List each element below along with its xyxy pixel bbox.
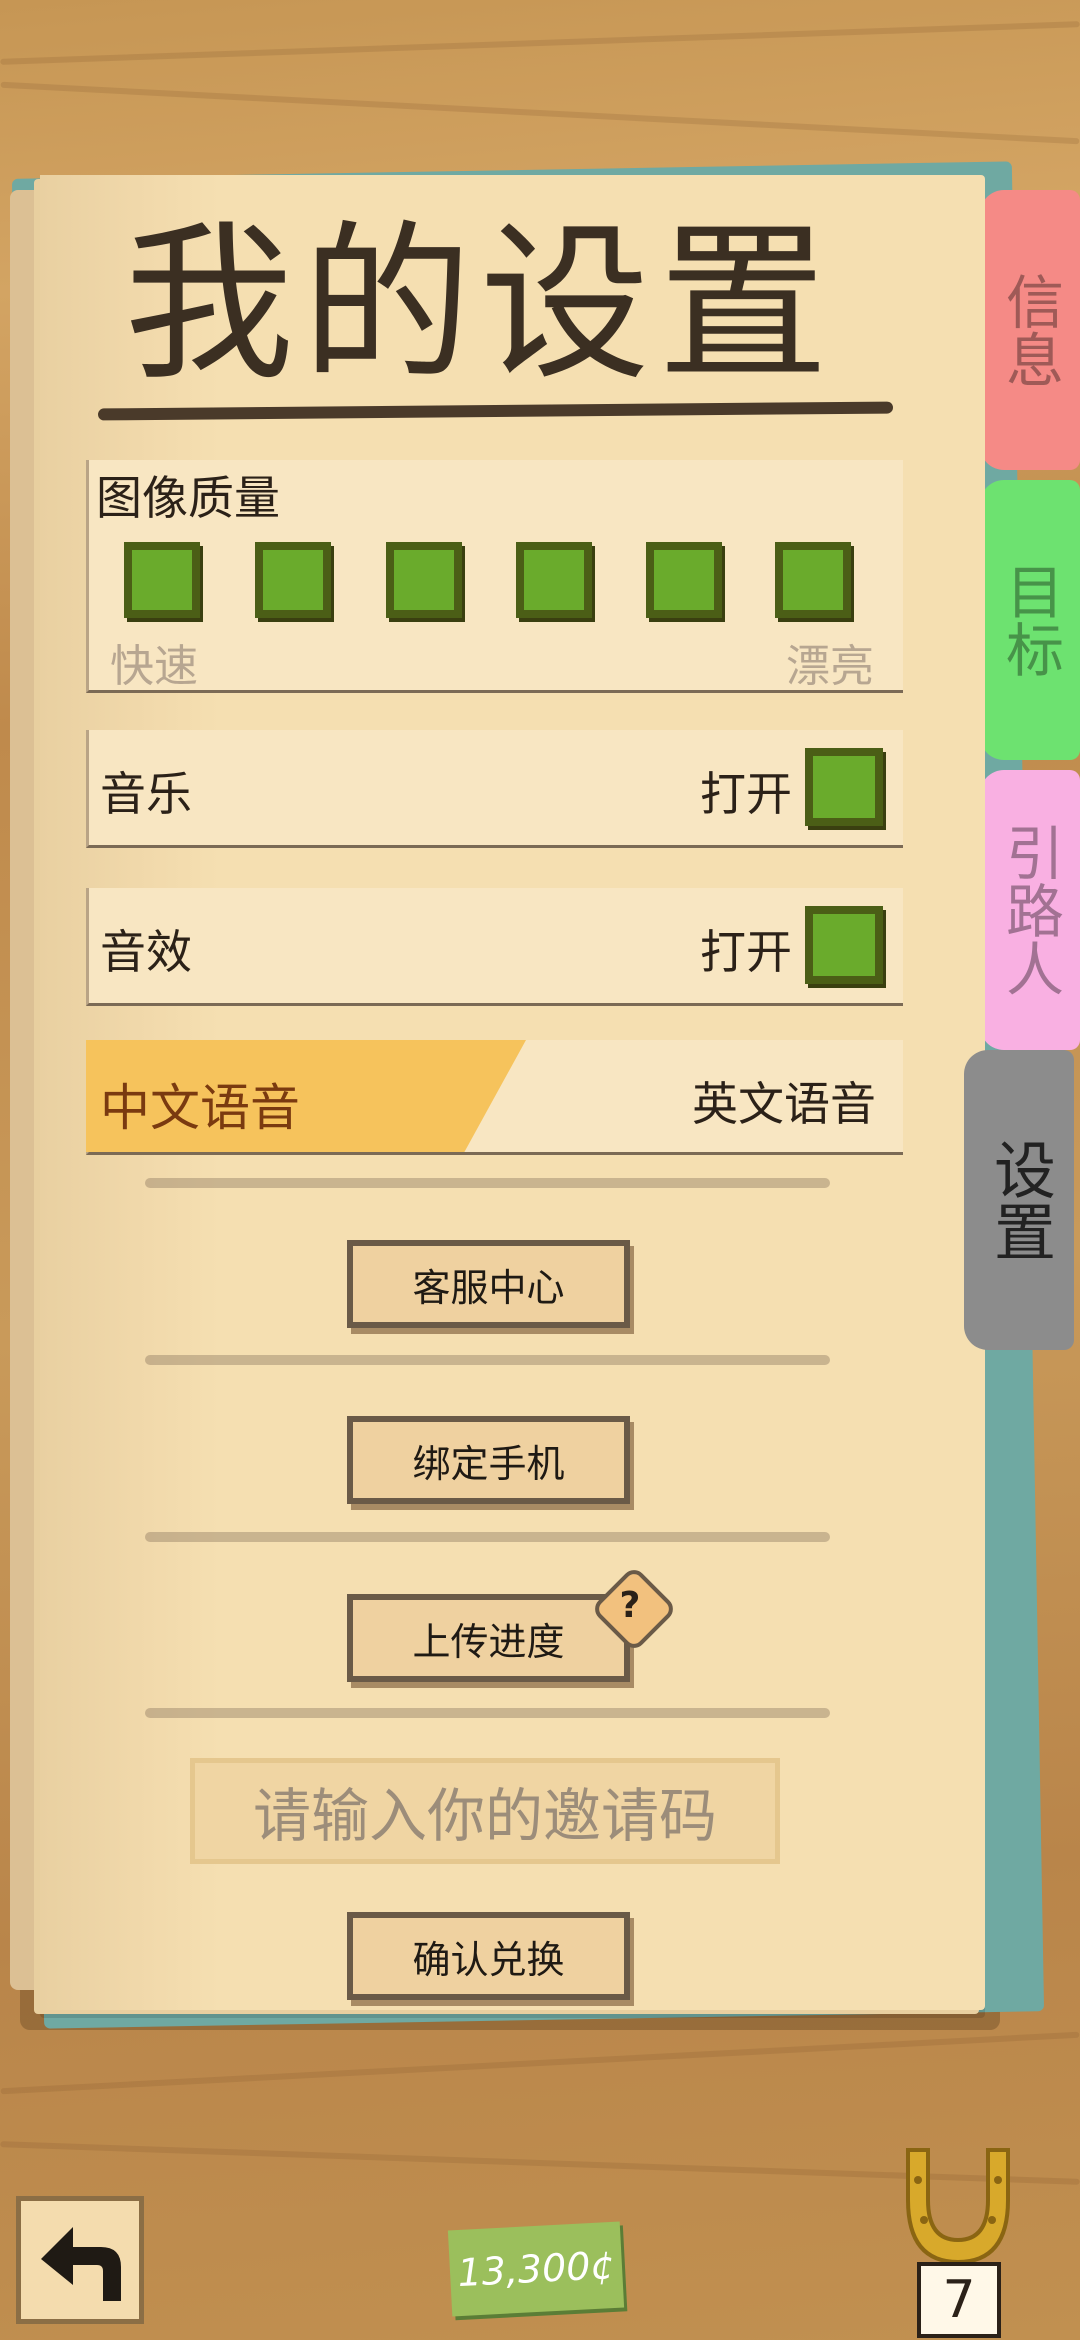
tab-info-label: 信息: [996, 272, 1064, 388]
tab-goals[interactable]: 目标: [980, 480, 1080, 760]
back-arrow-icon: [41, 2227, 121, 2301]
quality-label: 图像质量: [96, 471, 280, 525]
invite-code-input[interactable]: 请输入你的邀请码: [190, 1758, 780, 1864]
language-english-option[interactable]: 英文语音: [692, 1068, 876, 1134]
music-label: 音乐: [100, 767, 192, 821]
horseshoe-count: 7: [917, 2262, 1001, 2338]
wood-grain: [0, 81, 1080, 145]
bind-phone-button[interactable]: 绑定手机: [347, 1416, 630, 1504]
quality-level-2[interactable]: [255, 542, 331, 618]
upload-progress-button[interactable]: 上传进度: [347, 1594, 630, 1682]
divider: [145, 1708, 830, 1718]
quality-level-4[interactable]: [516, 542, 592, 618]
language-chinese-label: 中文语音: [100, 1079, 300, 1137]
quality-fast-label: 快速: [110, 641, 198, 692]
quality-pretty-label: 漂亮: [786, 641, 874, 692]
quality-level-6[interactable]: [775, 542, 851, 618]
help-mark: ?: [619, 1584, 641, 1626]
wood-grain: [0, 2031, 1080, 2095]
divider: [145, 1355, 830, 1365]
tab-goals-label: 目标: [996, 562, 1064, 678]
support-button[interactable]: 客服中心: [347, 1240, 630, 1328]
music-toggle[interactable]: [805, 748, 883, 826]
divider: [145, 1178, 830, 1188]
back-button[interactable]: [16, 2196, 144, 2324]
horseshoe-icon: [906, 2148, 1010, 2265]
sfx-state: 打开: [700, 925, 792, 979]
tab-guide[interactable]: 引路人: [980, 770, 1080, 1050]
quality-level-1[interactable]: [124, 542, 200, 618]
tab-guide-label: 引路人: [996, 823, 1064, 997]
tab-settings-label: 设置: [983, 1138, 1056, 1262]
redeem-button[interactable]: 确认兑换: [347, 1912, 630, 2000]
quality-level-5[interactable]: [646, 542, 722, 618]
music-state: 打开: [700, 767, 792, 821]
tab-settings[interactable]: 设置: [964, 1050, 1074, 1350]
currency-display: 13,300¢: [447, 2221, 625, 2317]
divider: [145, 1532, 830, 1542]
sfx-label: 音效: [100, 925, 192, 979]
page-title: 我的设置: [123, 206, 836, 404]
sfx-toggle[interactable]: [805, 906, 883, 984]
wood-grain: [0, 21, 1080, 65]
tab-info[interactable]: 信息: [980, 190, 1080, 470]
quality-level-3[interactable]: [386, 542, 462, 618]
